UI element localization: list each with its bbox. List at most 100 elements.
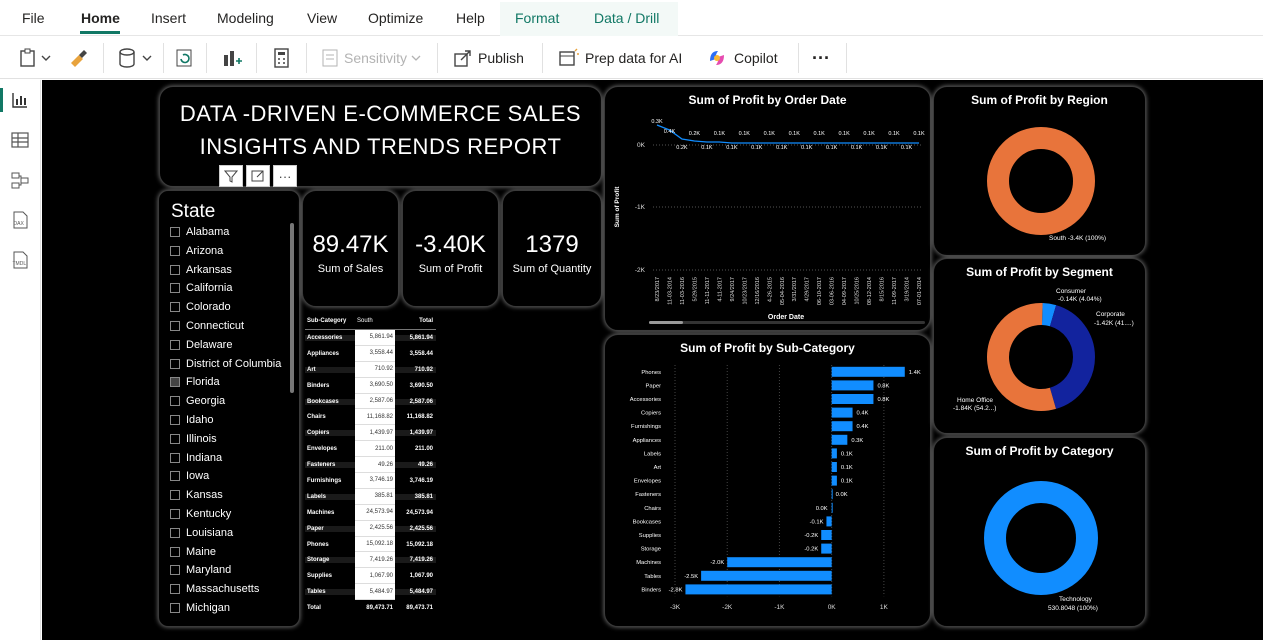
more-options-icon[interactable]: ··· bbox=[273, 165, 297, 187]
menu-format[interactable]: Format bbox=[515, 10, 559, 26]
menu-home[interactable]: Home bbox=[81, 10, 120, 26]
scrollbar-thumb[interactable] bbox=[649, 321, 683, 324]
bar[interactable] bbox=[831, 407, 853, 418]
slicer-item[interactable]: District of Columbia bbox=[170, 355, 281, 373]
paste-button[interactable] bbox=[18, 46, 52, 70]
checkbox[interactable] bbox=[170, 302, 180, 313]
checkbox[interactable] bbox=[170, 490, 180, 501]
checkbox[interactable] bbox=[170, 452, 180, 463]
bar[interactable] bbox=[727, 557, 832, 568]
matrix-header-cell[interactable]: Sub-Category bbox=[305, 318, 355, 324]
slicer-item[interactable]: Maine bbox=[170, 543, 216, 561]
segment-slice[interactable] bbox=[1041, 303, 1057, 327]
slicer-item[interactable]: California bbox=[170, 279, 232, 297]
menu-help[interactable]: Help bbox=[456, 10, 485, 26]
bar[interactable] bbox=[831, 475, 837, 486]
bar[interactable] bbox=[831, 462, 837, 472]
category-label: Accessories bbox=[630, 397, 661, 403]
more-options-button[interactable]: ··· bbox=[812, 46, 830, 70]
bar[interactable] bbox=[821, 530, 832, 540]
bar[interactable] bbox=[826, 516, 832, 527]
category-slice-technology[interactable] bbox=[984, 481, 1098, 595]
menu-view[interactable]: View bbox=[307, 10, 337, 26]
table-view-icon[interactable] bbox=[10, 130, 30, 150]
new-visual-button[interactable] bbox=[221, 46, 243, 70]
calculation-button[interactable] bbox=[271, 46, 293, 70]
slicer-item[interactable]: Louisiana bbox=[170, 524, 233, 542]
bar[interactable] bbox=[831, 366, 905, 377]
checkbox[interactable] bbox=[170, 471, 180, 482]
bar[interactable] bbox=[831, 448, 837, 459]
copilot-button[interactable]: Copilot bbox=[706, 46, 778, 70]
slicer-item[interactable]: Florida bbox=[170, 373, 220, 391]
slicer-item[interactable]: Alabama bbox=[170, 223, 229, 241]
region-slice-south[interactable] bbox=[987, 127, 1095, 235]
checkbox[interactable] bbox=[170, 527, 180, 538]
checkbox[interactable] bbox=[170, 358, 180, 369]
menu-modeling[interactable]: Modeling bbox=[217, 10, 274, 26]
slicer-item[interactable]: Delaware bbox=[170, 336, 232, 354]
checkbox[interactable] bbox=[170, 584, 180, 595]
slicer-item[interactable]: Colorado bbox=[170, 298, 231, 316]
prep-data-button[interactable]: Prep data for AI bbox=[557, 46, 682, 70]
slicer-item[interactable]: Massachusetts bbox=[170, 580, 259, 598]
slicer-item[interactable]: Idaho bbox=[170, 411, 214, 429]
slicer-item[interactable]: Iowa bbox=[170, 467, 209, 485]
bar[interactable] bbox=[701, 570, 832, 581]
publish-button[interactable]: Publish bbox=[452, 46, 524, 70]
get-data-button[interactable] bbox=[117, 46, 155, 70]
bar[interactable] bbox=[685, 584, 832, 595]
matrix-header-cell[interactable]: South bbox=[355, 312, 395, 329]
slicer-item[interactable]: Illinois bbox=[170, 430, 217, 448]
table-cell: 2,425.56 bbox=[395, 525, 436, 532]
checkbox[interactable] bbox=[170, 283, 180, 294]
matrix-header-cell[interactable]: Total bbox=[395, 318, 436, 324]
bar[interactable] bbox=[821, 543, 832, 554]
checkbox[interactable] bbox=[170, 415, 180, 425]
slicer-item[interactable]: Arkansas bbox=[170, 261, 232, 279]
slicer-item[interactable]: Maryland bbox=[170, 561, 231, 579]
segment-slice[interactable] bbox=[987, 303, 1056, 411]
menu-data-drill[interactable]: Data / Drill bbox=[594, 10, 659, 26]
refresh-button[interactable] bbox=[174, 46, 196, 70]
checkbox[interactable] bbox=[170, 603, 180, 613]
checkbox[interactable] bbox=[170, 396, 180, 407]
menu-optimize[interactable]: Optimize bbox=[368, 10, 423, 26]
report-view-icon[interactable] bbox=[10, 90, 30, 110]
slicer-item[interactable]: Kansas bbox=[170, 486, 223, 504]
focus-mode-icon[interactable] bbox=[246, 165, 270, 187]
checkbox[interactable] bbox=[170, 264, 180, 275]
tmdl-view-icon[interactable]: TMDL bbox=[10, 250, 30, 270]
format-painter-button[interactable] bbox=[67, 46, 89, 70]
checkbox[interactable] bbox=[170, 321, 180, 331]
filter-icon[interactable] bbox=[219, 165, 243, 187]
bar[interactable] bbox=[831, 394, 874, 404]
checkbox[interactable] bbox=[170, 565, 180, 576]
bar[interactable] bbox=[831, 380, 874, 391]
checkbox[interactable] bbox=[170, 546, 180, 557]
bar[interactable] bbox=[831, 489, 833, 500]
horizontal-scrollbar[interactable] bbox=[649, 321, 925, 324]
menu-file[interactable]: File bbox=[22, 10, 45, 26]
checkbox[interactable] bbox=[170, 227, 180, 237]
checkbox[interactable] bbox=[170, 339, 180, 350]
bar[interactable] bbox=[831, 502, 833, 513]
checkbox[interactable] bbox=[170, 377, 180, 388]
dax-query-icon[interactable]: DAX bbox=[10, 210, 30, 230]
slicer-scrollbar[interactable] bbox=[290, 223, 294, 393]
slicer-item[interactable]: Indiana bbox=[170, 449, 222, 467]
slicer-item[interactable]: Michigan bbox=[170, 599, 230, 617]
slicer-item[interactable]: Arizona bbox=[170, 242, 223, 260]
sensitivity-button[interactable]: Sensitivity bbox=[320, 46, 425, 70]
segment-slice[interactable] bbox=[1049, 305, 1095, 409]
slicer-item[interactable]: Georgia bbox=[170, 392, 225, 410]
bar[interactable] bbox=[831, 434, 848, 445]
bar[interactable] bbox=[831, 421, 853, 432]
slicer-item[interactable]: Kentucky bbox=[170, 505, 231, 523]
checkbox[interactable] bbox=[170, 433, 180, 444]
slicer-item[interactable]: Connecticut bbox=[170, 317, 244, 335]
checkbox[interactable] bbox=[170, 509, 180, 519]
checkbox[interactable] bbox=[170, 245, 180, 256]
menu-insert[interactable]: Insert bbox=[151, 10, 186, 26]
model-view-icon[interactable] bbox=[10, 170, 30, 190]
